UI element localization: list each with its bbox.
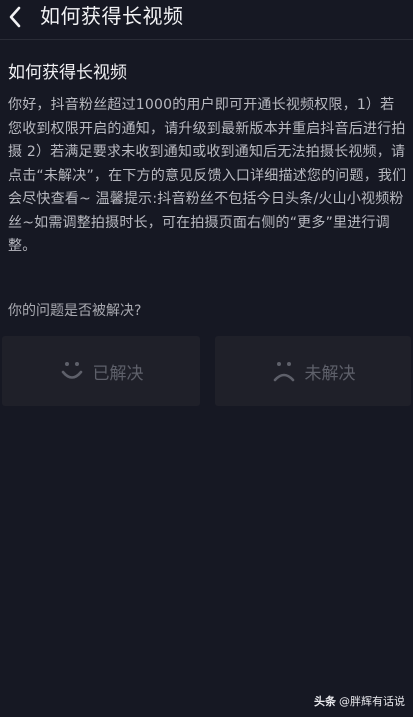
watermark: 头条 @胖辉有话说 [314, 694, 405, 710]
app-header: 如何获得长视频 [0, 0, 413, 40]
solved-label: 已解决 [92, 363, 144, 384]
solved-button[interactable]: 已解决 [2, 336, 200, 406]
article-body: 你好，抖音粉丝超过1000的用户即可开通长视频权限，1）若您收到权限开启的通知，… [8, 97, 407, 254]
unsolved-label: 未解决 [304, 363, 356, 384]
chevron-left-icon [9, 6, 21, 28]
unsolved-button[interactable]: 未解决 [215, 336, 411, 406]
article-title: 如何获得长视频 [8, 63, 127, 83]
feedback-question: 你的问题是否被解决? [8, 303, 142, 319]
back-button[interactable] [2, 2, 28, 32]
smile-icon [61, 362, 82, 379]
watermark-logo: 头条 [314, 695, 336, 708]
page-title: 如何获得长视频 [40, 4, 184, 28]
watermark-text: @胖辉有话说 [339, 695, 405, 708]
frown-icon [273, 362, 294, 382]
